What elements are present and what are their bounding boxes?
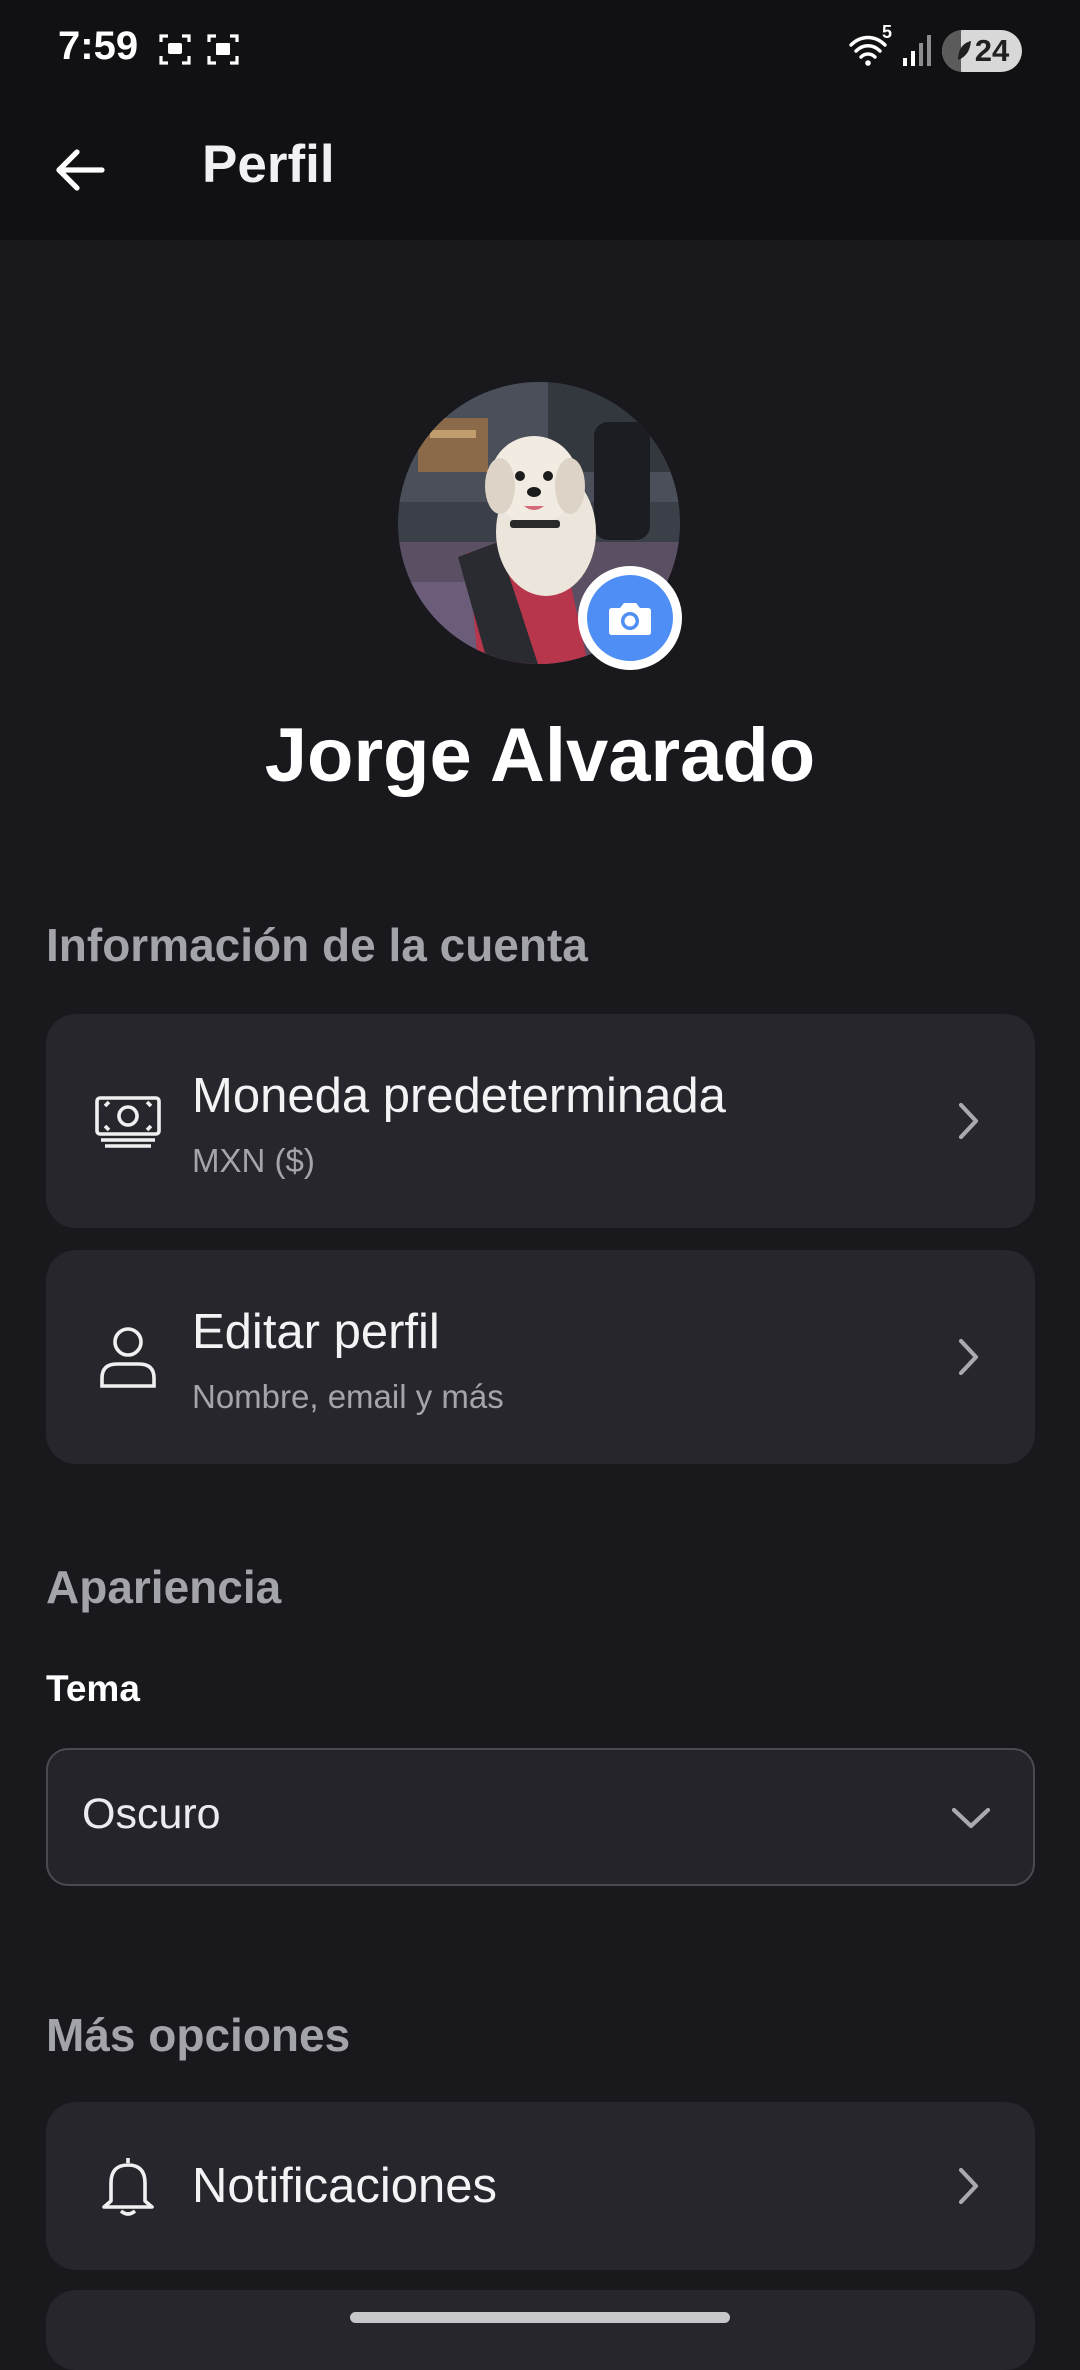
status-bar: 7:59 5 24 bbox=[0, 0, 1080, 104]
user-name: Jorge Alvarado bbox=[264, 713, 816, 798]
chevron-down-icon bbox=[949, 1796, 993, 1840]
list-item-default-currency[interactable]: Moneda predeterminada MXN ($) bbox=[46, 1014, 1035, 1228]
list-item-title: Editar perfil bbox=[192, 1305, 440, 1359]
arrow-left-icon bbox=[56, 149, 105, 191]
bell-icon bbox=[92, 2150, 164, 2222]
wifi-icon: 5 bbox=[848, 22, 894, 75]
battery-icon: 24 bbox=[942, 30, 1022, 72]
section-heading-account: Información de la cuenta bbox=[46, 919, 588, 971]
wifi-badge: 5 bbox=[882, 22, 893, 42]
list-item-partial[interactable] bbox=[46, 2290, 1035, 2370]
theme-select-value: Oscuro bbox=[82, 1790, 221, 1838]
list-item-title: Notificaciones bbox=[192, 2159, 498, 2213]
home-indicator[interactable] bbox=[350, 2312, 730, 2323]
money-icon bbox=[92, 1085, 164, 1157]
battery-saver-icon bbox=[957, 41, 971, 60]
list-item-subtitle: Nombre, email y más bbox=[192, 1378, 504, 1415]
person-icon bbox=[92, 1321, 164, 1393]
list-item-title: Moneda predeterminada bbox=[192, 1069, 726, 1123]
screenshot-icon bbox=[158, 32, 192, 71]
screen-record-icon bbox=[206, 32, 240, 71]
chevron-right-icon bbox=[953, 1098, 983, 1144]
theme-select[interactable]: Oscuro bbox=[46, 1748, 1035, 1886]
page-title: Perfil bbox=[202, 135, 335, 194]
theme-label: Tema bbox=[46, 1668, 140, 1709]
battery-level: 24 bbox=[974, 33, 1010, 68]
list-item-edit-profile[interactable]: Editar perfil Nombre, email y más bbox=[46, 1250, 1035, 1464]
camera-icon bbox=[609, 603, 651, 635]
section-heading-more-options: Más opciones bbox=[46, 2009, 351, 2061]
status-time: 7:59 bbox=[58, 24, 139, 68]
change-photo-button[interactable] bbox=[578, 566, 682, 670]
app-bar: Perfil bbox=[0, 104, 1080, 240]
signal-icon bbox=[902, 32, 932, 73]
list-item-subtitle: MXN ($) bbox=[192, 1142, 315, 1179]
chevron-right-icon bbox=[953, 1334, 983, 1380]
chevron-right-icon bbox=[953, 2163, 983, 2209]
profile-avatar[interactable] bbox=[398, 382, 682, 670]
list-item-notifications[interactable]: Notificaciones bbox=[46, 2102, 1035, 2270]
back-button[interactable] bbox=[40, 130, 120, 210]
section-heading-appearance: Apariencia bbox=[46, 1561, 282, 1613]
